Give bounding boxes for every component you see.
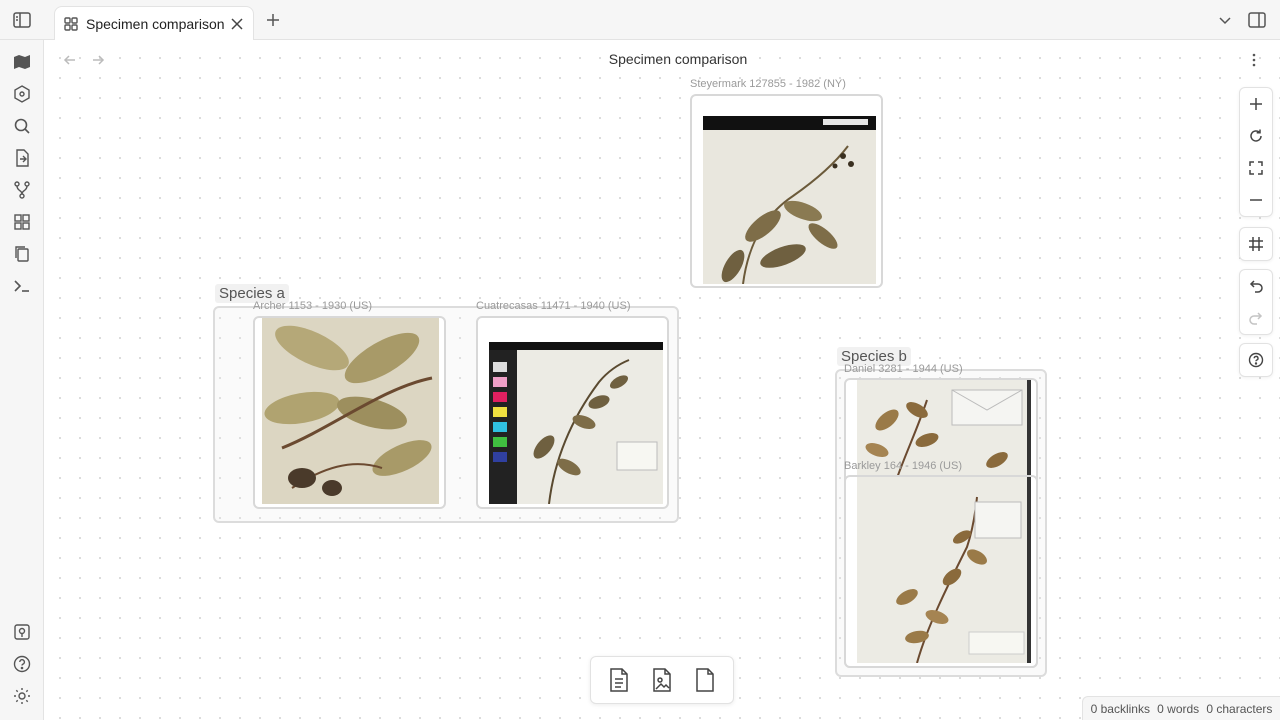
title-bar: Specimen comparison (0, 0, 1280, 40)
specimen-image (262, 318, 439, 504)
card-toolbar (590, 656, 734, 704)
specimen-image (489, 342, 663, 504)
specimen-node-steyermark[interactable] (690, 94, 883, 288)
backlinks-count[interactable]: 0 backlinks (1091, 702, 1150, 716)
reset-zoom-icon[interactable] (1240, 120, 1272, 152)
node-label: Steyermark 127855 - 1982 (NY) (690, 78, 846, 90)
grid-icon[interactable] (10, 210, 34, 234)
app-window: Specimen comparison Specimen comparison … (0, 0, 1280, 720)
settings-icon[interactable] (10, 684, 34, 708)
history-controls (1239, 269, 1273, 335)
more-options-icon[interactable] (1244, 50, 1264, 70)
graph-icon[interactable] (10, 82, 34, 106)
undo-icon[interactable] (1240, 270, 1272, 302)
specimen-image (857, 477, 1031, 663)
redo-icon[interactable] (1240, 302, 1272, 334)
specimen-node-archer[interactable] (253, 316, 446, 509)
zoom-out-icon[interactable] (1240, 184, 1272, 216)
terminal-icon[interactable] (10, 274, 34, 298)
search-icon[interactable] (10, 114, 34, 138)
fit-view-icon[interactable] (1240, 152, 1272, 184)
word-count: 0 words (1157, 701, 1200, 716)
file-switch-icon[interactable] (10, 146, 34, 170)
right-sidebar-toggle-icon[interactable] (1245, 8, 1269, 32)
tab-title: Specimen comparison (86, 15, 225, 32)
snap-grid-icon[interactable] (1240, 228, 1272, 260)
view-title: Specimen comparison (608, 51, 748, 67)
snap-controls (1239, 227, 1273, 261)
help-icon[interactable] (10, 652, 34, 676)
sidebar-toggle-icon[interactable] (10, 8, 34, 32)
specimen-node-barkley[interactable] (844, 475, 1038, 668)
tab-specimen-comparison[interactable]: Specimen comparison (54, 6, 254, 40)
chevron-down-icon[interactable] (1213, 8, 1237, 32)
help-controls (1239, 343, 1273, 377)
canvas-help-icon[interactable] (1240, 344, 1272, 376)
add-note-icon[interactable] (603, 664, 635, 696)
specimen-image (703, 116, 876, 284)
specimen-node-cuatrecasas[interactable] (476, 316, 669, 509)
zoom-in-icon[interactable] (1240, 88, 1272, 120)
character-count: 0 characters (1206, 701, 1273, 716)
copy-icon[interactable] (10, 242, 34, 266)
node-label: Archer 1153 - 1930 (US) (253, 300, 373, 312)
node-label: Daniel 3281 - 1944 (US) (844, 363, 963, 375)
canvas-view[interactable]: Specimen comparison Steyermark 127855 - … (44, 40, 1280, 720)
close-icon[interactable] (229, 16, 245, 32)
zoom-controls (1239, 87, 1273, 217)
node-label: Cuatrecasas 11471 - 1940 (US) (476, 300, 631, 312)
map-icon[interactable] (10, 50, 34, 74)
canvas-grid-icon (63, 16, 79, 32)
status-bar: 0 backlinks 0 words 0 characters (1082, 696, 1280, 720)
new-tab-icon[interactable] (261, 8, 285, 32)
add-blank-card-icon[interactable] (689, 664, 721, 696)
add-media-icon[interactable] (646, 664, 678, 696)
vault-icon[interactable] (10, 620, 34, 644)
git-branch-icon[interactable] (10, 178, 34, 202)
view-header: Specimen comparison (44, 40, 1280, 78)
node-label: Barkley 164 - 1946 (US) (844, 460, 962, 472)
left-ribbon (0, 40, 44, 720)
